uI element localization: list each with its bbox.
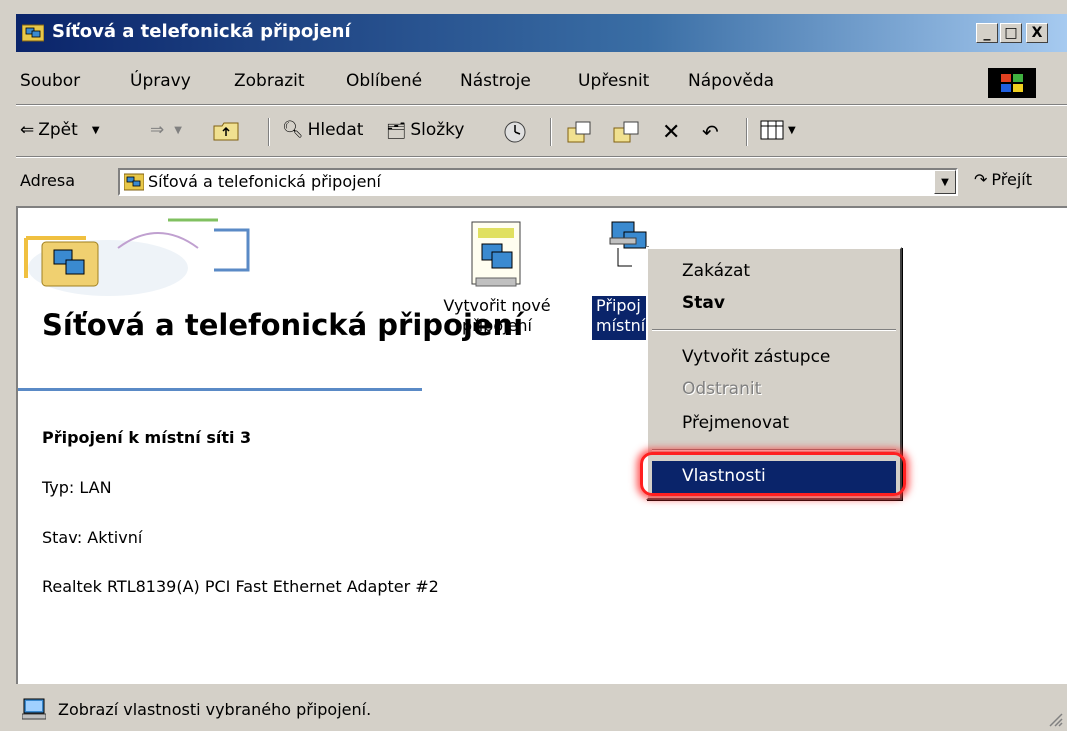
new-connection-label: Vytvořit nové připojení [443,296,551,335]
status-text: Zobrazí vlastnosti vybraného připojení. [58,700,372,719]
windows-logo-icon [988,68,1036,98]
address-label: Adresa [20,171,76,190]
address-bar: Adresa Síťová a telefonická připojení ▼ … [16,160,1067,202]
adapter-name: Realtek RTL8139(A) PCI Fast Ethernet Ada… [42,577,439,596]
menu-item-create-shortcut[interactable]: Vytvořit zástupce [682,347,830,367]
go-button[interactable]: ↷ Přejít [974,170,1032,189]
back-arrow-icon: ⇐ [20,120,35,140]
chevron-down-icon: ▼ [941,176,949,188]
undo-icon: ↶ [702,120,719,144]
close-button[interactable]: X [1026,23,1048,43]
maximize-button[interactable]: □ [1000,23,1022,43]
menu-separator [652,329,896,331]
copy-to-icon [613,121,639,143]
search-icon: 🔍︎ [282,120,304,140]
content-area: Síťová a telefonická připojení Připojení… [16,206,1067,684]
views-icon [760,120,784,140]
chevron-down-icon: ▼ [174,124,182,136]
menu-edit[interactable]: Úpravy [130,71,191,91]
chevron-down-icon: ▼ [91,124,100,136]
folders-button[interactable]: 🗂︎ Složky [386,120,464,140]
menu-file[interactable]: Soubor [20,71,80,91]
back-button[interactable]: ⇐ Zpět ▼ [20,120,100,140]
move-to-icon [567,121,591,143]
menu-view[interactable]: Zobrazit [234,71,305,91]
history-button[interactable] [502,120,528,144]
minimize-button[interactable]: _ [976,23,998,43]
go-arrow-icon: ↷ [974,170,988,189]
highlight-ring [640,452,906,496]
folders-icon: 🗂︎ [386,120,407,140]
menu-bar: Soubor Úpravy Zobrazit Oblíbené Nástroje… [16,62,1067,102]
address-input[interactable]: Síťová a telefonická připojení ▼ [118,168,958,196]
menu-item-status[interactable]: Stav [682,293,725,313]
heading-divider [18,388,422,391]
delete-button[interactable]: ✕ [662,120,680,145]
toolbar: ⇐ Zpět ▼ ⇒ ▼ 🔍︎ Hledat 🗂︎ Složky ✕ ↶ ▼ [16,110,1067,154]
connection-type: Typ: LAN [42,478,112,497]
network-connections-icon [124,173,144,191]
history-icon [504,121,526,143]
copy-to-button[interactable] [612,120,640,144]
delete-icon: ✕ [662,120,681,145]
forward-button[interactable]: ⇒ ▼ [150,120,182,140]
local-connection-label: Připoj místní [592,296,652,340]
resize-grip-icon[interactable] [1047,711,1063,727]
status-bar: Zobrazí vlastnosti vybraného připojení. [16,690,1067,731]
new-connection-icon [471,221,521,287]
menu-advanced[interactable]: Upřesnit [578,71,649,91]
move-to-button[interactable] [566,120,594,144]
undo-button[interactable]: ↶ [702,120,719,144]
address-value: Síťová a telefonická připojení [148,172,381,191]
window-title: Síťová a telefonická připojení [52,21,351,42]
computer-icon [22,698,46,720]
menu-item-delete: Odstranit [682,379,762,399]
up-folder-icon [213,122,239,141]
forward-arrow-icon: ⇒ [150,120,165,140]
menu-help[interactable]: Nápověda [688,71,774,91]
title-bar: Síťová a telefonická připojení _ □ X [16,14,1067,52]
folder-banner-graphic [24,218,250,296]
chevron-down-icon: ▼ [788,124,796,136]
up-folder-button[interactable] [212,120,240,142]
address-dropdown-button[interactable]: ▼ [934,170,956,194]
menu-favorites[interactable]: Oblíbené [346,71,422,91]
new-connection-item[interactable]: Vytvořit nové připojení [422,214,572,354]
connection-state: Stav: Aktivní [42,528,143,547]
connection-name: Připojení k místní síti 3 [42,428,252,447]
menu-separator [652,449,896,451]
search-button[interactable]: 🔍︎ Hledat [282,120,363,140]
menu-item-disable[interactable]: Zakázat [682,261,750,281]
views-button[interactable]: ▼ [760,120,796,140]
menu-item-rename[interactable]: Přejmenovat [682,413,789,433]
network-connections-icon [22,24,44,42]
menu-tools[interactable]: Nástroje [460,71,531,91]
